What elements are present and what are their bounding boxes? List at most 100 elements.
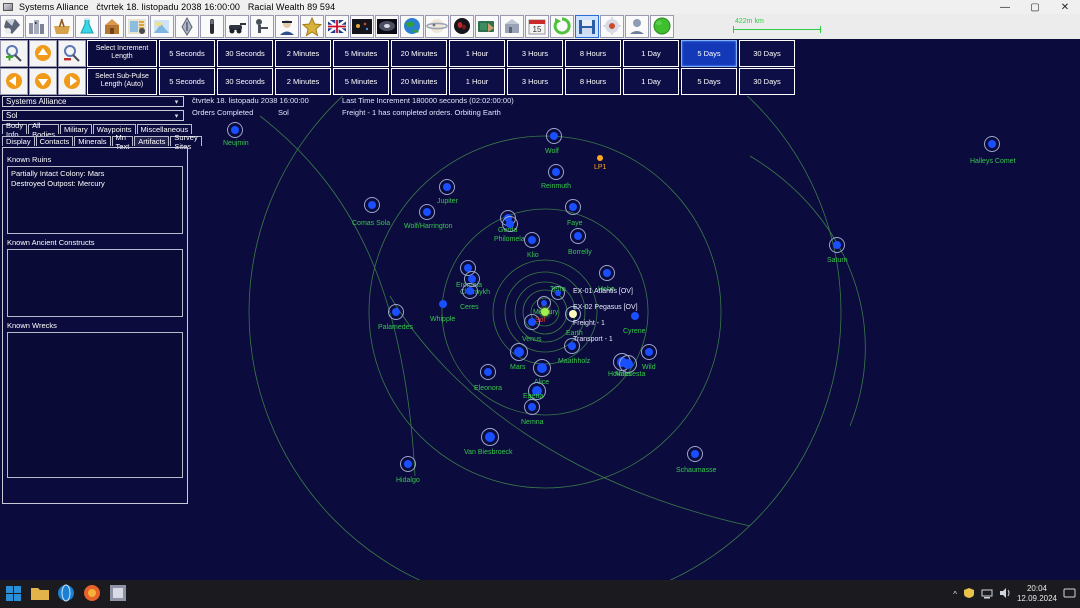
map-body-label[interactable]: Wild bbox=[642, 364, 656, 371]
increment-30-days[interactable]: 30 Days bbox=[739, 39, 795, 67]
system-view-icon[interactable] bbox=[375, 15, 399, 38]
subpulse-8-hours[interactable]: 8 Hours bbox=[565, 67, 621, 95]
map-body[interactable] bbox=[528, 236, 536, 244]
map-body[interactable] bbox=[368, 201, 376, 209]
tab-minerals[interactable]: Minerals bbox=[74, 136, 111, 146]
file-explorer-icon[interactable] bbox=[30, 584, 52, 604]
taskbar[interactable]: ^ 20:04 12.09.2024 bbox=[0, 580, 1080, 608]
subpulse-5-days[interactable]: 5 Days bbox=[681, 67, 737, 95]
map-body-label[interactable]: Cyrene bbox=[623, 328, 646, 335]
tab-all-bodies[interactable]: All Bodies bbox=[28, 121, 60, 139]
system-tray[interactable]: ^ 20:04 12.09.2024 bbox=[953, 580, 1076, 608]
map-body-label[interactable]: Saturn bbox=[827, 257, 848, 264]
map-body-label[interactable]: Jupiter bbox=[437, 198, 458, 205]
shipyard-icon[interactable] bbox=[175, 15, 199, 38]
increment-1-day[interactable]: 1 Day bbox=[623, 39, 679, 67]
wealth-icon[interactable] bbox=[150, 15, 174, 38]
chevron-up-icon[interactable]: ^ bbox=[953, 590, 957, 599]
subpulse-2-minutes[interactable]: 2 Minutes bbox=[275, 67, 331, 95]
lagrange-label[interactable]: LP1 bbox=[594, 164, 606, 171]
map-body-label[interactable]: Borrelly bbox=[568, 249, 592, 256]
mining-icon[interactable] bbox=[50, 15, 74, 38]
ground-forces-icon[interactable] bbox=[225, 15, 249, 38]
main-toolbar[interactable]: 15 bbox=[0, 14, 1080, 39]
refresh-icon[interactable] bbox=[550, 15, 574, 38]
minerals-icon[interactable] bbox=[0, 15, 24, 38]
map-body[interactable] bbox=[569, 203, 577, 211]
race-select[interactable]: Systems Alliance ▾ bbox=[2, 96, 184, 107]
map-body-label[interactable]: Philomela bbox=[494, 236, 525, 243]
economics-icon[interactable] bbox=[125, 15, 149, 38]
tab-row-primary[interactable]: Body Info All Bodies Military Waypoints … bbox=[2, 121, 193, 139]
chevron-down-icon[interactable]: ▾ bbox=[171, 111, 182, 120]
fleet-icon[interactable] bbox=[625, 15, 649, 38]
map-body[interactable] bbox=[514, 347, 524, 357]
security-icon[interactable] bbox=[963, 587, 975, 601]
technology-icon[interactable] bbox=[500, 15, 524, 38]
tab-contacts[interactable]: Contacts bbox=[35, 136, 74, 146]
map-body[interactable] bbox=[568, 342, 576, 350]
map-body[interactable] bbox=[574, 232, 582, 240]
map-body[interactable] bbox=[623, 359, 633, 369]
increment-5-minutes[interactable]: 5 Minutes bbox=[333, 39, 389, 67]
map-body[interactable] bbox=[603, 269, 611, 277]
map-body[interactable] bbox=[466, 287, 474, 295]
map-body[interactable] bbox=[506, 220, 514, 228]
star-sol[interactable] bbox=[541, 308, 549, 316]
firefox-icon[interactable] bbox=[82, 584, 104, 604]
list-item[interactable]: Partially Intact Colony: Mars bbox=[11, 169, 179, 179]
map-body-label[interactable]: Klio bbox=[527, 252, 539, 259]
maximize-button[interactable]: ▢ bbox=[1020, 0, 1050, 14]
increment-20-minutes[interactable]: 20 Minutes bbox=[391, 39, 447, 67]
pan-down-icon[interactable] bbox=[29, 67, 57, 95]
map-body-label[interactable]: Halleys Comet bbox=[970, 158, 1016, 165]
map-body-label[interactable]: Terra bbox=[550, 286, 566, 293]
tab-row-secondary[interactable]: Display Contacts Minerals Mn Text Artifa… bbox=[2, 133, 202, 151]
medals-icon[interactable] bbox=[300, 15, 324, 38]
pan-right-icon[interactable] bbox=[58, 67, 86, 95]
commanders-icon[interactable] bbox=[275, 15, 299, 38]
zoom-out-icon[interactable] bbox=[58, 39, 86, 67]
map-body[interactable] bbox=[833, 241, 841, 249]
map-body[interactable] bbox=[988, 140, 996, 148]
industry-icon[interactable] bbox=[100, 15, 124, 38]
ship-label[interactable]: EX-02 Pegasus [OV] bbox=[573, 304, 638, 311]
increment-3-hours[interactable]: 3 Hours bbox=[507, 39, 563, 67]
map-body-label[interactable]: Reinmuth bbox=[541, 183, 571, 190]
map-body[interactable] bbox=[541, 300, 547, 306]
map-body-label[interactable]: Wolf bbox=[545, 148, 559, 155]
increment-30-seconds[interactable]: 30 Seconds bbox=[217, 39, 273, 67]
aurora-icon[interactable] bbox=[108, 584, 130, 604]
map-body-label[interactable]: Schaumasse bbox=[676, 467, 716, 474]
map-body-label[interactable]: Mars bbox=[510, 364, 526, 371]
intelligence-icon[interactable] bbox=[475, 15, 499, 38]
events-icon[interactable]: 15 bbox=[525, 15, 549, 38]
map-body[interactable] bbox=[423, 208, 431, 216]
volume-icon[interactable] bbox=[999, 587, 1011, 601]
class-design-icon[interactable] bbox=[350, 15, 374, 38]
tactical-icon[interactable] bbox=[650, 15, 674, 38]
tab-display[interactable]: Display bbox=[2, 136, 35, 146]
tab-military[interactable]: Military bbox=[60, 124, 92, 134]
subpulse-5-seconds[interactable]: 5 Seconds bbox=[159, 67, 215, 95]
taskbar-clock[interactable]: 20:04 12.09.2024 bbox=[1017, 584, 1057, 604]
map-body-label[interactable]: Faye bbox=[567, 220, 583, 227]
map-body[interactable] bbox=[443, 183, 451, 191]
ground-unit-icon[interactable] bbox=[250, 15, 274, 38]
window-controls[interactable]: — ▢ ✕ bbox=[990, 0, 1080, 14]
minimize-button[interactable]: — bbox=[990, 0, 1020, 14]
research-icon[interactable] bbox=[75, 15, 99, 38]
pan-left-icon[interactable] bbox=[0, 67, 28, 95]
lagrange-point[interactable] bbox=[597, 155, 603, 161]
system-map[interactable]: čtvrtek 18. listopadu 2038 16:00:00 Orde… bbox=[190, 96, 1080, 580]
map-body[interactable] bbox=[537, 363, 547, 373]
known-ruins-list[interactable]: Partially Intact Colony: Mars Destroyed … bbox=[7, 166, 183, 234]
map-body-label[interactable]: Neujmin bbox=[223, 140, 249, 147]
alien-races-icon[interactable] bbox=[450, 15, 474, 38]
zoom-in-icon[interactable] bbox=[0, 39, 28, 67]
map-body[interactable] bbox=[691, 450, 699, 458]
map-body[interactable] bbox=[468, 275, 476, 283]
system-select[interactable]: Sol ▾ bbox=[2, 110, 184, 121]
list-item[interactable]: Destroyed Outpost: Mercury bbox=[11, 179, 179, 189]
map-body[interactable] bbox=[392, 308, 400, 316]
